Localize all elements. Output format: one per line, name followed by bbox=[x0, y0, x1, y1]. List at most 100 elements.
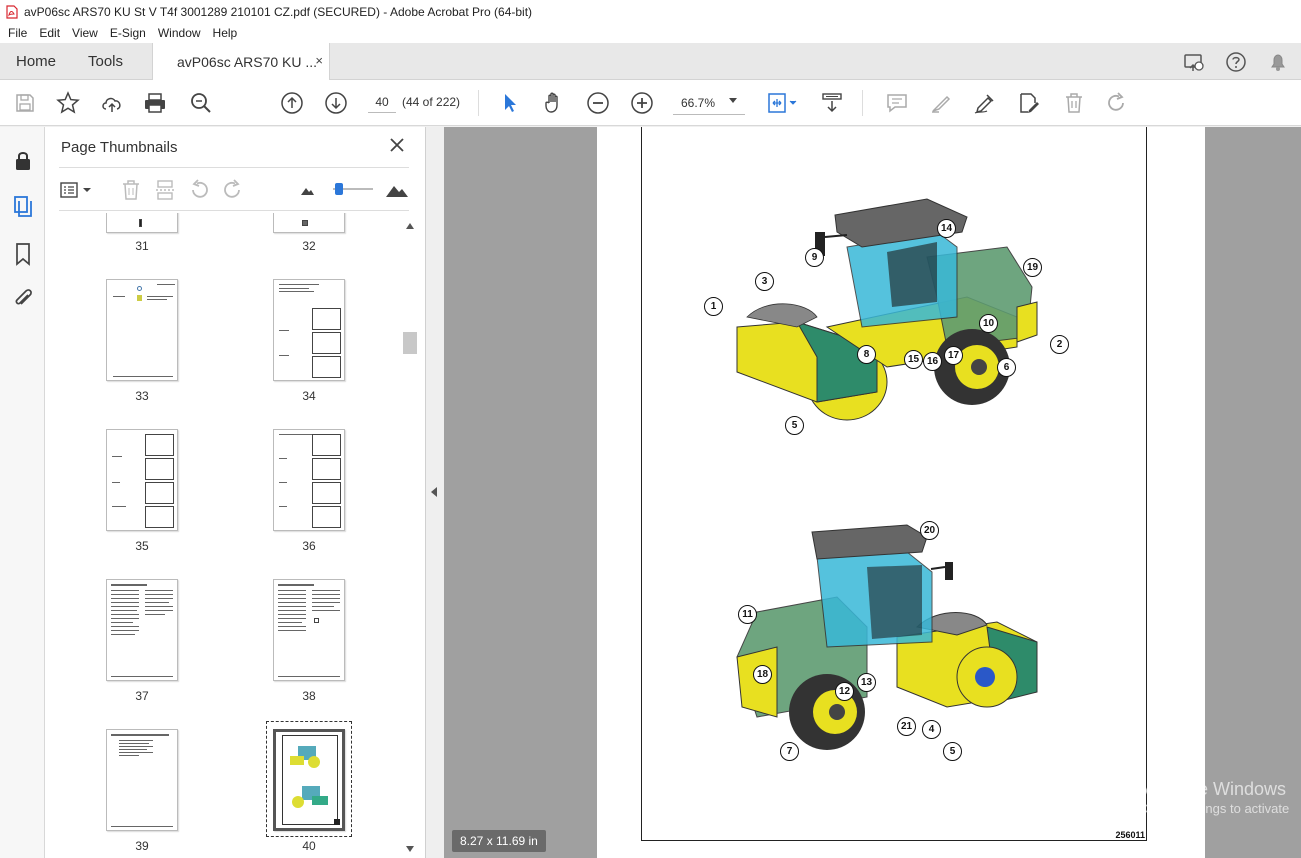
zoom-level-value: 66.7% bbox=[681, 95, 716, 110]
page-thumbnail-number: 32 bbox=[302, 239, 316, 253]
callout-label: 21 bbox=[897, 717, 916, 736]
help-icon[interactable] bbox=[1225, 51, 1247, 73]
page-size-badge: 8.27 x 11.69 in bbox=[452, 830, 546, 852]
page-thumbnail[interactable] bbox=[106, 429, 178, 531]
callout-label: 15 bbox=[904, 350, 923, 369]
bookmarks-icon[interactable] bbox=[11, 242, 35, 266]
small-mountain-icon[interactable] bbox=[295, 179, 319, 201]
close-icon[interactable] bbox=[387, 135, 407, 155]
activation-watermark: Activate Windows bbox=[1144, 779, 1287, 799]
scroll-up-icon[interactable] bbox=[406, 223, 414, 229]
page-thumbnail[interactable] bbox=[273, 279, 345, 381]
redo-icon[interactable] bbox=[1105, 91, 1129, 115]
zoom-search-icon[interactable] bbox=[189, 91, 213, 115]
callout-label: 4 bbox=[922, 720, 941, 739]
page-thumbnail[interactable] bbox=[106, 279, 178, 381]
chevron-down-icon bbox=[729, 98, 737, 103]
tab-tools[interactable]: Tools bbox=[72, 43, 139, 80]
edit-pdf-icon[interactable] bbox=[1017, 91, 1041, 115]
scrollbar-thumb[interactable] bbox=[403, 332, 417, 354]
menu-window[interactable]: Window bbox=[152, 26, 207, 40]
notification-bell-icon[interactable] bbox=[1267, 51, 1289, 73]
lock-icon[interactable] bbox=[11, 149, 35, 173]
window-title: avP06sc ARS70 KU St V T4f 3001289 210101… bbox=[24, 4, 533, 19]
menu-bar: File Edit View E-Sign Window Help bbox=[0, 23, 1301, 43]
page-thumbnail-number: 38 bbox=[302, 689, 316, 703]
thumbnail-size-slider[interactable] bbox=[333, 183, 373, 195]
page-thumbnail-number: 33 bbox=[135, 389, 149, 403]
menu-esign[interactable]: E-Sign bbox=[104, 26, 152, 40]
tab-bar: Home Tools avP06sc ARS70 KU ... × bbox=[0, 43, 1301, 80]
large-mountain-icon[interactable] bbox=[385, 179, 409, 201]
tab-document[interactable]: avP06sc ARS70 KU ... × bbox=[152, 43, 330, 80]
page-thumbnail[interactable] bbox=[106, 729, 178, 831]
page-thumbnails-icon[interactable] bbox=[11, 195, 35, 219]
page-thumbnail-selected[interactable] bbox=[273, 729, 345, 831]
title-bar: avP06sc ARS70 KU St V T4f 3001289 210101… bbox=[0, 0, 1301, 23]
next-page-icon[interactable] bbox=[324, 91, 348, 115]
callout-label: 14 bbox=[937, 219, 956, 238]
collapse-arrow-icon bbox=[431, 487, 437, 497]
hand-tool-icon[interactable] bbox=[542, 91, 566, 115]
thumbnail-list: 31 32 33 34 35 36 37 38 39 40 bbox=[45, 213, 403, 858]
save-icon[interactable] bbox=[13, 91, 37, 115]
toolbar-divider bbox=[478, 90, 479, 116]
zoom-out-icon[interactable] bbox=[586, 91, 610, 115]
callout-label: 7 bbox=[780, 742, 799, 761]
callout-label: 9 bbox=[805, 248, 824, 267]
fit-page-icon[interactable] bbox=[765, 91, 801, 115]
tab-home[interactable]: Home bbox=[0, 43, 72, 80]
page-count: (44 of 222) bbox=[402, 95, 461, 109]
callout-label: 19 bbox=[1023, 258, 1042, 277]
toolbar-divider bbox=[862, 90, 863, 116]
rotate-clockwise-icon[interactable] bbox=[221, 179, 245, 201]
draw-sign-icon[interactable] bbox=[973, 91, 997, 115]
insert-page-icon[interactable] bbox=[153, 179, 177, 201]
zoom-level-dropdown[interactable]: 66.7% bbox=[673, 91, 745, 115]
tab-close-icon[interactable]: × bbox=[315, 53, 323, 68]
cloud-upload-icon[interactable] bbox=[100, 91, 124, 115]
thumbnail-options-menu-icon[interactable] bbox=[59, 179, 95, 201]
callout-label: 5 bbox=[785, 416, 804, 435]
highlight-pen-icon[interactable] bbox=[929, 91, 953, 115]
select-cursor-icon[interactable] bbox=[498, 91, 522, 115]
scroll-down-icon[interactable] bbox=[406, 846, 414, 852]
rotate-counterclockwise-icon[interactable] bbox=[187, 179, 211, 201]
star-bookmark-icon[interactable] bbox=[56, 91, 80, 115]
callout-label: 10 bbox=[979, 314, 998, 333]
menu-view[interactable]: View bbox=[66, 26, 104, 40]
panel-collapse-handle[interactable] bbox=[426, 127, 444, 858]
scroll-mode-icon[interactable] bbox=[820, 91, 844, 115]
panel-title: Page Thumbnails bbox=[61, 139, 178, 156]
page-thumbnail[interactable] bbox=[106, 579, 178, 681]
callout-label: 8 bbox=[857, 345, 876, 364]
page-thumbnail[interactable] bbox=[273, 579, 345, 681]
callout-label: 20 bbox=[920, 521, 939, 540]
page-thumbnail[interactable] bbox=[106, 213, 178, 233]
menu-file[interactable]: File bbox=[2, 26, 33, 40]
delete-page-icon[interactable] bbox=[119, 179, 143, 201]
page-thumbnail-number: 35 bbox=[135, 539, 149, 553]
previous-page-icon[interactable] bbox=[280, 91, 304, 115]
zoom-in-icon[interactable] bbox=[630, 91, 654, 115]
menu-edit[interactable]: Edit bbox=[33, 26, 66, 40]
thumbnail-scrollbar[interactable] bbox=[403, 220, 417, 858]
panel-divider bbox=[59, 210, 409, 211]
page-thumbnail-number: 34 bbox=[302, 389, 316, 403]
comment-icon[interactable] bbox=[885, 91, 909, 115]
menu-help[interactable]: Help bbox=[207, 26, 244, 40]
page-thumbnail[interactable] bbox=[273, 213, 345, 233]
page-number-input[interactable] bbox=[368, 91, 396, 113]
slider-knob[interactable] bbox=[335, 183, 343, 195]
pdf-app-icon bbox=[6, 4, 18, 19]
delete-trash-icon[interactable] bbox=[1062, 91, 1086, 115]
share-screen-icon[interactable] bbox=[1183, 51, 1205, 73]
print-icon[interactable] bbox=[143, 91, 167, 115]
attachments-paperclip-icon[interactable] bbox=[11, 287, 35, 311]
page-thumbnail-number: 31 bbox=[135, 239, 149, 253]
callout-label: 12 bbox=[835, 682, 854, 701]
callout-label: 2 bbox=[1050, 335, 1069, 354]
callout-label: 16 bbox=[923, 352, 942, 371]
page-thumbnail[interactable] bbox=[273, 429, 345, 531]
document-view[interactable]: 14 9 19 3 1 10 2 8 15 16 17 6 5 20 11 18… bbox=[444, 127, 1301, 858]
